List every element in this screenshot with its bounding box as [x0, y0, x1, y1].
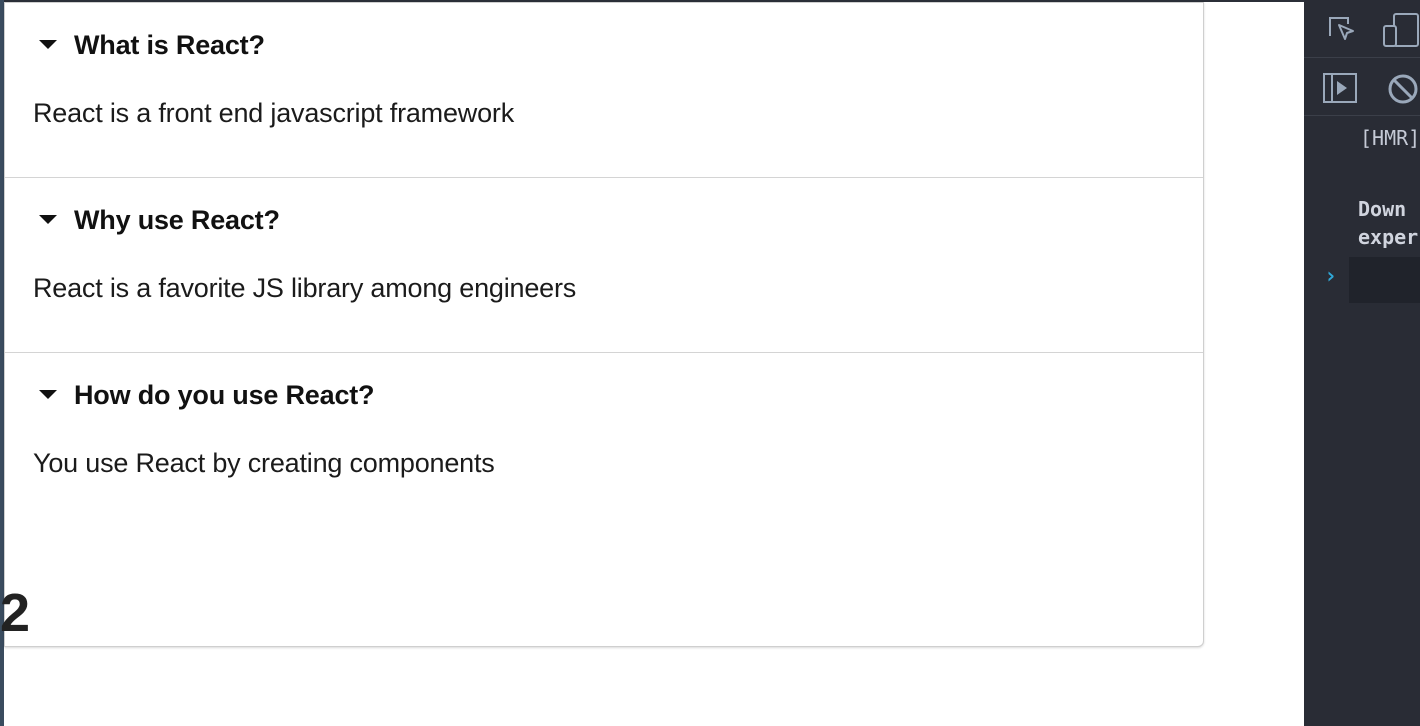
- accordion-answer: React is a favorite JS library among eng…: [33, 273, 577, 303]
- accordion-question[interactable]: How do you use React?: [74, 380, 375, 411]
- accordion-item: How do you use React? You use React by c…: [5, 353, 1203, 528]
- console-output: [HMR] Down exper ›: [1304, 117, 1420, 726]
- caret-down-icon[interactable]: [39, 214, 57, 224]
- console-input[interactable]: [1349, 257, 1420, 303]
- caret-down-icon[interactable]: [39, 389, 57, 399]
- page: What is React? React is a front end java…: [0, 0, 1420, 726]
- accordion-summary[interactable]: How do you use React?: [39, 377, 375, 413]
- accordion-question[interactable]: Why use React?: [74, 205, 280, 236]
- accordion-summary[interactable]: What is React?: [39, 27, 265, 63]
- faq-accordion: What is React? React is a front end java…: [4, 2, 1204, 647]
- accordion-question[interactable]: What is React?: [74, 30, 265, 61]
- accordion-answer: You use React by creating components: [33, 448, 495, 478]
- devtools-panel: [HMR] Down exper ›: [1304, 0, 1420, 726]
- devtools-toolbar: [1304, 58, 1420, 116]
- accordion-item: What is React? React is a front end java…: [5, 3, 1203, 178]
- chevron-right-icon: ›: [1324, 264, 1338, 289]
- console-info-line: exper: [1358, 225, 1419, 249]
- device-toggle-icon[interactable]: [1380, 12, 1420, 53]
- accordion-item: Why use React? React is a favorite JS li…: [5, 178, 1203, 353]
- sidebar-play-icon[interactable]: [1322, 72, 1358, 109]
- caret-down-icon[interactable]: [39, 39, 57, 49]
- footer-number: 2: [0, 583, 31, 643]
- console-info-line: Down: [1358, 197, 1407, 221]
- console-log-line: [HMR]: [1360, 126, 1420, 150]
- clear-console-icon[interactable]: [1386, 72, 1420, 111]
- accordion-answer: React is a front end javascript framewor…: [33, 98, 514, 128]
- accordion-summary[interactable]: Why use React?: [39, 202, 280, 238]
- inspect-element-icon[interactable]: [1326, 14, 1358, 51]
- devtools-toolbar: [1304, 0, 1420, 58]
